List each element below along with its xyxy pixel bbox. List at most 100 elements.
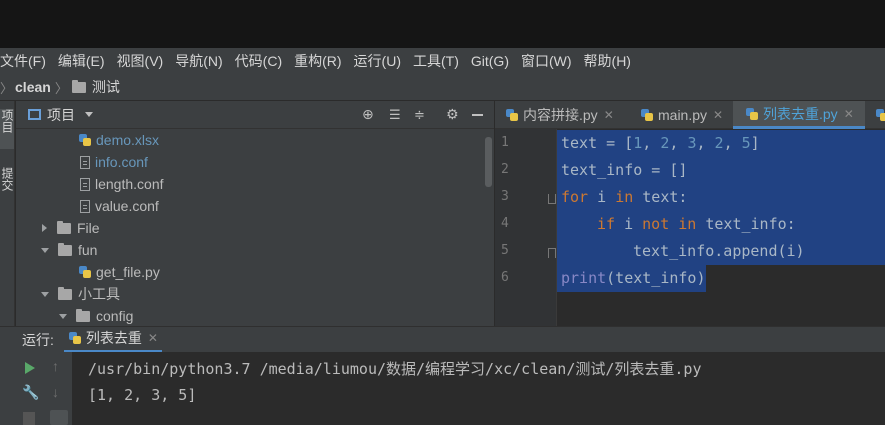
menu-file[interactable]: 文件(F) bbox=[0, 51, 52, 71]
python-file-icon bbox=[640, 108, 654, 122]
tree-item-label: value.conf bbox=[95, 198, 159, 214]
menu-git[interactable]: Git(G) bbox=[465, 53, 515, 69]
tree-item-label: fun bbox=[78, 242, 98, 258]
tree-item-value-conf[interactable]: value.conf bbox=[80, 195, 159, 217]
run-panel-header: 运行: 列表去重 ✕ bbox=[0, 326, 885, 353]
tree-item-demo-xlsx[interactable]: demo.xlsx bbox=[78, 129, 159, 151]
commit-tool-tab[interactable]: 提交 bbox=[0, 167, 14, 191]
fold-marker-icon[interactable] bbox=[548, 248, 556, 258]
minimize-icon[interactable] bbox=[472, 114, 483, 116]
tab-overflow[interactable] bbox=[875, 101, 885, 129]
menu-tools[interactable]: 工具(T) bbox=[407, 51, 465, 71]
folder-icon bbox=[58, 242, 72, 256]
line-number-gutter: 1 2 3 4 5 6 bbox=[495, 129, 557, 326]
run-icon[interactable] bbox=[25, 362, 35, 374]
line-number: 5 bbox=[501, 243, 509, 258]
project-panel-header: 项目 ⊕ ☰ ≑ ⚙ bbox=[16, 101, 494, 129]
collapse-all-icon[interactable]: ≑ bbox=[414, 107, 425, 123]
line-number: 2 bbox=[501, 162, 509, 177]
close-icon[interactable]: ✕ bbox=[148, 331, 158, 345]
tree-item-get-file-py[interactable]: get_file.py bbox=[78, 261, 160, 283]
tree-item-fun-folder[interactable]: fun bbox=[41, 239, 97, 261]
chevron-down-icon[interactable] bbox=[41, 247, 49, 253]
tree-item-info-conf[interactable]: info.conf bbox=[80, 151, 148, 173]
python-file-icon bbox=[68, 331, 82, 345]
tree-item-label: info.conf bbox=[95, 154, 148, 170]
project-tool-tab[interactable]: 项目 bbox=[0, 109, 14, 149]
close-icon[interactable]: ✕ bbox=[713, 108, 723, 122]
code-line-4[interactable]: if i not in text_info: bbox=[597, 211, 796, 238]
chevron-right-icon: 〉 bbox=[0, 80, 14, 96]
console-line-command: /usr/bin/python3.7 /media/liumou/数据/编程学习… bbox=[88, 360, 702, 378]
tree-item-label: get_file.py bbox=[96, 264, 160, 280]
tree-item-config-folder[interactable]: config bbox=[59, 305, 133, 327]
chevron-down-icon[interactable] bbox=[59, 313, 67, 319]
chevron-right-icon: 〉 bbox=[54, 80, 68, 96]
menu-refactor[interactable]: 重构(R) bbox=[288, 51, 347, 71]
chevron-down-icon[interactable] bbox=[41, 291, 49, 297]
tree-item-file-folder[interactable]: File bbox=[42, 217, 100, 239]
text-file-icon bbox=[80, 177, 90, 191]
window-top-bar bbox=[0, 0, 885, 48]
project-window-icon bbox=[28, 109, 41, 120]
run-panel-label: 运行: bbox=[22, 331, 54, 348]
code-line-6[interactable]: print(text_info) bbox=[561, 265, 706, 292]
tree-scrollbar[interactable] bbox=[485, 137, 492, 187]
tree-item-length-conf[interactable]: length.conf bbox=[80, 173, 164, 195]
menu-edit[interactable]: 编辑(E) bbox=[52, 51, 111, 71]
code-editor: 内容拼接.py ✕ main.py ✕ 列表去重.py ✕ 1 2 3 4 5 … bbox=[495, 101, 885, 326]
run-toolbar: ↑ 🔧 ↓ bbox=[0, 352, 72, 425]
stop-icon[interactable] bbox=[23, 412, 35, 425]
python-file-icon bbox=[78, 265, 92, 279]
crosshair-icon[interactable]: ⊕ bbox=[362, 106, 374, 123]
tab-content-concat[interactable]: 内容拼接.py ✕ bbox=[505, 101, 614, 129]
line-number: 6 bbox=[501, 270, 509, 285]
python-file-icon bbox=[505, 108, 519, 122]
chevron-down-icon[interactable] bbox=[85, 112, 93, 117]
run-tab[interactable]: 列表去重 ✕ bbox=[63, 327, 162, 353]
menu-code[interactable]: 代码(C) bbox=[229, 51, 288, 71]
menu-navigate[interactable]: 导航(N) bbox=[169, 51, 228, 71]
tab-main[interactable]: main.py ✕ bbox=[640, 101, 723, 129]
close-icon[interactable]: ✕ bbox=[604, 108, 614, 122]
chevron-right-icon[interactable] bbox=[42, 224, 47, 232]
code-line-3[interactable]: for i in text: bbox=[561, 184, 687, 211]
menu-window[interactable]: 窗口(W) bbox=[515, 51, 578, 71]
breadcrumb-project[interactable]: clean bbox=[15, 79, 51, 95]
python-file-icon bbox=[745, 107, 759, 121]
project-panel-title: 项目 bbox=[47, 106, 75, 123]
code-line-1[interactable]: text = [1, 2, 3, 2, 5] bbox=[561, 130, 760, 157]
folder-icon bbox=[76, 308, 90, 322]
menu-run[interactable]: 运行(U) bbox=[348, 51, 407, 71]
tab-label: 列表去重.py bbox=[763, 105, 838, 122]
tree-item-label: 小工具 bbox=[78, 286, 120, 302]
tab-label: main.py bbox=[658, 107, 708, 123]
arrow-up-icon[interactable]: ↑ bbox=[52, 358, 59, 374]
breadcrumb: 〉 clean 〉 测试 bbox=[0, 74, 885, 101]
run-tab-label: 列表去重 bbox=[85, 330, 142, 346]
tree-item-tools-folder[interactable]: 小工具 bbox=[41, 283, 120, 305]
tree-item-label: File bbox=[77, 220, 100, 236]
expand-all-icon[interactable]: ☰ bbox=[389, 107, 401, 123]
soft-wrap-icon[interactable] bbox=[50, 410, 68, 425]
gear-icon[interactable]: ⚙ bbox=[446, 106, 459, 123]
folder-icon bbox=[71, 79, 86, 93]
editor-tab-bar: 内容拼接.py ✕ main.py ✕ 列表去重.py ✕ bbox=[495, 101, 885, 129]
code-line-2[interactable]: text_info = [] bbox=[561, 157, 687, 184]
console-output[interactable]: /usr/bin/python3.7 /media/liumou/数据/编程学习… bbox=[72, 352, 885, 425]
close-icon[interactable]: ✕ bbox=[844, 107, 854, 121]
breadcrumb-folder[interactable]: 测试 bbox=[92, 77, 120, 97]
code-line-5[interactable]: text_info.append(i) bbox=[633, 238, 805, 265]
wrench-icon[interactable]: 🔧 bbox=[22, 384, 39, 401]
arrow-down-icon[interactable]: ↓ bbox=[52, 384, 59, 400]
tree-item-label: demo.xlsx bbox=[96, 132, 160, 148]
line-number: 3 bbox=[501, 189, 509, 204]
tab-list-dedupe[interactable]: 列表去重.py ✕ bbox=[733, 101, 865, 129]
python-file-icon bbox=[875, 108, 885, 122]
project-panel: 项目 ⊕ ☰ ≑ ⚙ demo.xlsx info.conf length.co… bbox=[16, 101, 494, 326]
fold-marker-icon[interactable] bbox=[548, 194, 556, 204]
tree-item-label: config bbox=[96, 308, 134, 324]
text-file-icon bbox=[80, 199, 90, 213]
menu-help[interactable]: 帮助(H) bbox=[578, 51, 637, 71]
menu-view[interactable]: 视图(V) bbox=[111, 51, 170, 71]
